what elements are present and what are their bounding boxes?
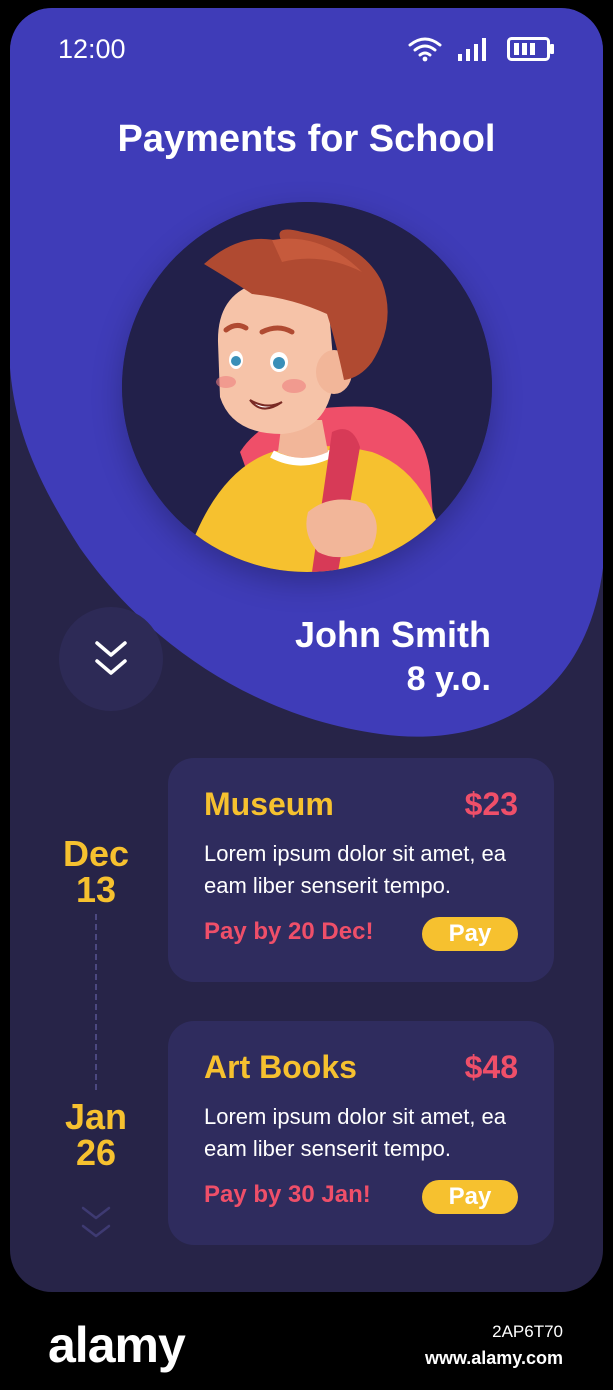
wifi-icon bbox=[408, 37, 442, 62]
date-day: 13 bbox=[75, 869, 117, 910]
signal-icon bbox=[458, 38, 486, 61]
expand-toggle-button[interactable] bbox=[59, 607, 163, 711]
payment-card[interactable]: Art Books $48 Lorem ipsum dolor sit amet… bbox=[168, 1021, 554, 1245]
image-id: 2AP6T70 bbox=[492, 1322, 563, 1341]
boy-avatar-illustration bbox=[122, 202, 492, 572]
payment-description: Lorem ipsum dolor sit amet, ea eam liber… bbox=[204, 1104, 507, 1161]
app-screen: 12:00 Payments for School John Smith 8 y… bbox=[10, 8, 603, 1292]
page-title: Payments for School bbox=[117, 118, 496, 160]
payment-price: $23 bbox=[464, 786, 518, 822]
payment-date: Jan 26 bbox=[50, 1099, 142, 1171]
student-age: 8 y.o. bbox=[406, 660, 491, 698]
status-bar: 12:00 bbox=[10, 8, 603, 88]
date-month: Dec bbox=[62, 833, 130, 874]
date-day: 26 bbox=[75, 1132, 117, 1173]
payment-due-date: Pay by 20 Dec! bbox=[204, 918, 374, 945]
phone-frame: 12:00 Payments for School John Smith 8 y… bbox=[0, 0, 613, 1300]
payment-due-date: Pay by 30 Jan! bbox=[204, 1181, 371, 1208]
status-icons bbox=[407, 36, 555, 62]
battery-icon bbox=[507, 37, 554, 61]
double-chevron-down-icon bbox=[81, 1206, 111, 1238]
payment-title: Museum bbox=[204, 786, 334, 822]
payment-price: $48 bbox=[464, 1049, 518, 1085]
site-url: www.alamy.com bbox=[424, 1348, 563, 1368]
payment-description: Lorem ipsum dolor sit amet, ea eam liber… bbox=[204, 841, 507, 898]
watermark-footer: alamy 2AP6T70 www.alamy.com bbox=[0, 1300, 613, 1390]
pay-button[interactable]: Pay bbox=[422, 917, 518, 951]
double-chevron-down-icon bbox=[95, 641, 127, 675]
timeline-line bbox=[95, 914, 97, 1090]
pay-button[interactable]: Pay bbox=[422, 1180, 518, 1214]
date-month: Jan bbox=[64, 1096, 128, 1137]
status-time: 12:00 bbox=[58, 34, 126, 64]
brand-logo: alamy bbox=[48, 1317, 186, 1373]
avatar bbox=[122, 202, 492, 572]
payment-date: Dec 13 bbox=[50, 836, 142, 908]
payment-card[interactable]: Museum $23 Lorem ipsum dolor sit amet, e… bbox=[168, 758, 554, 982]
payment-title: Art Books bbox=[204, 1049, 357, 1085]
student-name: John Smith bbox=[295, 614, 491, 655]
